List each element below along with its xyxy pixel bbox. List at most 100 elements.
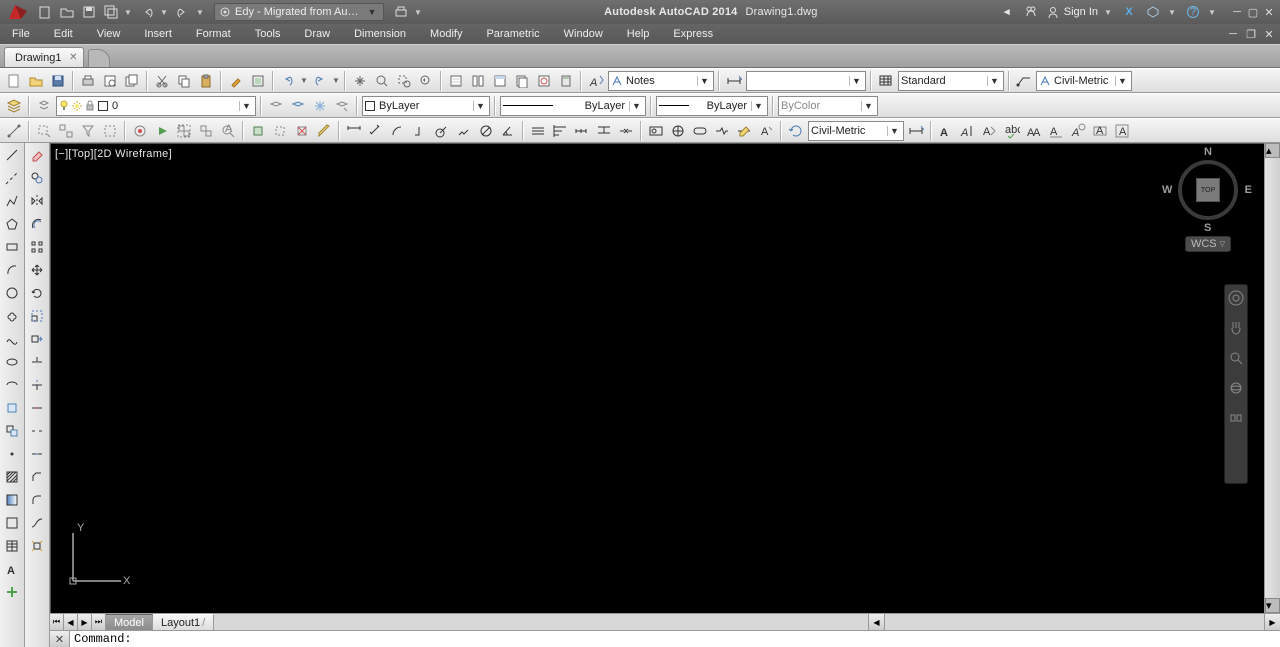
dtext-icon[interactable]: A bbox=[958, 121, 978, 141]
scale-icon[interactable] bbox=[27, 306, 47, 326]
selectall-icon[interactable] bbox=[100, 121, 120, 141]
minimize-button[interactable]: ─ bbox=[1230, 5, 1244, 19]
break-at-point-icon[interactable] bbox=[27, 398, 47, 418]
find-icon[interactable]: A bbox=[218, 121, 238, 141]
join-icon[interactable] bbox=[27, 444, 47, 464]
text-justify-icon[interactable]: A bbox=[1046, 121, 1066, 141]
menu-view[interactable]: View bbox=[85, 24, 133, 44]
mleader-style-icon[interactable] bbox=[1014, 71, 1034, 91]
qnew-icon[interactable] bbox=[4, 71, 24, 91]
group-icon[interactable] bbox=[174, 121, 194, 141]
extend-icon[interactable] bbox=[27, 375, 47, 395]
properties-icon[interactable] bbox=[446, 71, 466, 91]
table-style-dropdown[interactable]: Standard ▼ bbox=[898, 71, 1004, 91]
menu-insert[interactable]: Insert bbox=[132, 24, 184, 44]
help-dropdown[interactable]: ▼ bbox=[1208, 8, 1218, 17]
chamfer-icon[interactable] bbox=[27, 467, 47, 487]
inspection-icon[interactable] bbox=[690, 121, 710, 141]
open-file-icon[interactable] bbox=[26, 71, 46, 91]
dim-tedit-icon[interactable]: A bbox=[756, 121, 776, 141]
dim-edit-icon[interactable] bbox=[734, 121, 754, 141]
hatch-icon[interactable] bbox=[2, 467, 22, 487]
save-file-icon[interactable] bbox=[48, 71, 68, 91]
scroll-right-button[interactable]: ▶ bbox=[1264, 614, 1280, 630]
spline-icon[interactable] bbox=[2, 329, 22, 349]
workspace-dropdown[interactable]: Edy - Migrated from AutoC... ▼ bbox=[214, 3, 384, 21]
pan-nav-icon[interactable] bbox=[1227, 319, 1245, 337]
compass-w[interactable]: W bbox=[1162, 184, 1172, 196]
command-input[interactable] bbox=[70, 631, 1280, 647]
addselected-draw-icon[interactable] bbox=[2, 582, 22, 602]
text-edit-icon[interactable]: A bbox=[980, 121, 1000, 141]
zoom-previous-icon[interactable] bbox=[416, 71, 436, 91]
a360-dropdown[interactable]: ▼ bbox=[1168, 8, 1178, 17]
tab-prev-button[interactable]: ◀ bbox=[64, 614, 78, 630]
exchange-icon[interactable]: X bbox=[1120, 3, 1138, 21]
block-editor-icon[interactable] bbox=[248, 71, 268, 91]
zoom-window-icon[interactable] bbox=[394, 71, 414, 91]
dim-space-icon[interactable] bbox=[594, 121, 614, 141]
viewcube-top-face[interactable]: TOP bbox=[1196, 178, 1220, 202]
dim-ordinate-icon[interactable] bbox=[410, 121, 430, 141]
plotstyle-dropdown[interactable]: ByColor ▼ bbox=[778, 96, 878, 116]
fillet-icon[interactable] bbox=[27, 490, 47, 510]
construction-line-icon[interactable] bbox=[2, 168, 22, 188]
viewcube[interactable]: TOP N S E W bbox=[1168, 150, 1248, 230]
hide-objects-icon[interactable] bbox=[270, 121, 290, 141]
compass-e[interactable]: E bbox=[1245, 184, 1252, 196]
explode-icon[interactable] bbox=[27, 536, 47, 556]
undo-icon[interactable] bbox=[138, 3, 156, 21]
doc-close-button[interactable]: ✕ bbox=[1262, 27, 1276, 41]
redo-tb-icon[interactable] bbox=[310, 71, 330, 91]
help-icon[interactable]: ? bbox=[1184, 3, 1202, 21]
undo-dd[interactable]: ▼ bbox=[300, 76, 308, 85]
measuregeom-icon[interactable] bbox=[314, 121, 334, 141]
horizontal-scroll-track[interactable] bbox=[214, 614, 868, 630]
dim-linear-icon[interactable] bbox=[344, 121, 364, 141]
compass-n[interactable]: N bbox=[1204, 146, 1212, 158]
dim-style-dropdown[interactable]: ▼ bbox=[746, 71, 866, 91]
layer-properties-icon[interactable] bbox=[4, 96, 24, 116]
orbit-nav-icon[interactable] bbox=[1227, 379, 1245, 397]
menu-edit[interactable]: Edit bbox=[42, 24, 85, 44]
doc-minimize-button[interactable]: ─ bbox=[1226, 27, 1240, 41]
close-button[interactable]: ✕ bbox=[1262, 5, 1276, 19]
region-icon[interactable] bbox=[2, 513, 22, 533]
trim-icon[interactable] bbox=[27, 352, 47, 372]
tab-first-button[interactable]: ⏮ bbox=[50, 614, 64, 630]
subscription-icon[interactable] bbox=[1022, 3, 1040, 21]
menu-format[interactable]: Format bbox=[184, 24, 243, 44]
menu-help[interactable]: Help bbox=[615, 24, 662, 44]
layer-states-icon[interactable] bbox=[34, 96, 54, 116]
rotate-icon[interactable] bbox=[27, 283, 47, 303]
jogged-linear-icon[interactable] bbox=[712, 121, 732, 141]
dim-diameter-icon[interactable] bbox=[476, 121, 496, 141]
wcs-dropdown[interactable]: WCS▽ bbox=[1185, 236, 1231, 252]
design-center-icon[interactable] bbox=[468, 71, 488, 91]
action-play-icon[interactable] bbox=[152, 121, 172, 141]
copy-obj-icon[interactable] bbox=[27, 168, 47, 188]
revcloud-icon[interactable] bbox=[2, 306, 22, 326]
mleader-style-dropdown[interactable]: Civil-Metric ▼ bbox=[1036, 71, 1132, 91]
paste-icon[interactable] bbox=[196, 71, 216, 91]
dim-radius-icon[interactable] bbox=[432, 121, 452, 141]
insert-block-icon[interactable] bbox=[2, 398, 22, 418]
blend-icon[interactable] bbox=[27, 513, 47, 533]
polyline-icon[interactable] bbox=[2, 191, 22, 211]
command-close-icon[interactable]: ✕ bbox=[50, 631, 70, 647]
layer-off-icon[interactable] bbox=[266, 96, 286, 116]
qat-dropdown-icon[interactable]: ▼ bbox=[124, 8, 134, 17]
print-icon[interactable] bbox=[392, 3, 410, 21]
publish-icon[interactable] bbox=[122, 71, 142, 91]
dim-style-icon[interactable] bbox=[724, 71, 744, 91]
menu-window[interactable]: Window bbox=[552, 24, 615, 44]
menu-parametric[interactable]: Parametric bbox=[474, 24, 551, 44]
ellipse-icon[interactable] bbox=[2, 352, 22, 372]
layer-freeze-icon[interactable] bbox=[310, 96, 330, 116]
model-tab[interactable]: Model bbox=[106, 614, 153, 630]
table-icon[interactable] bbox=[2, 536, 22, 556]
dim-angular-icon[interactable] bbox=[498, 121, 518, 141]
stretch-icon[interactable] bbox=[27, 329, 47, 349]
match-properties-icon[interactable] bbox=[226, 71, 246, 91]
save-icon[interactable] bbox=[80, 3, 98, 21]
